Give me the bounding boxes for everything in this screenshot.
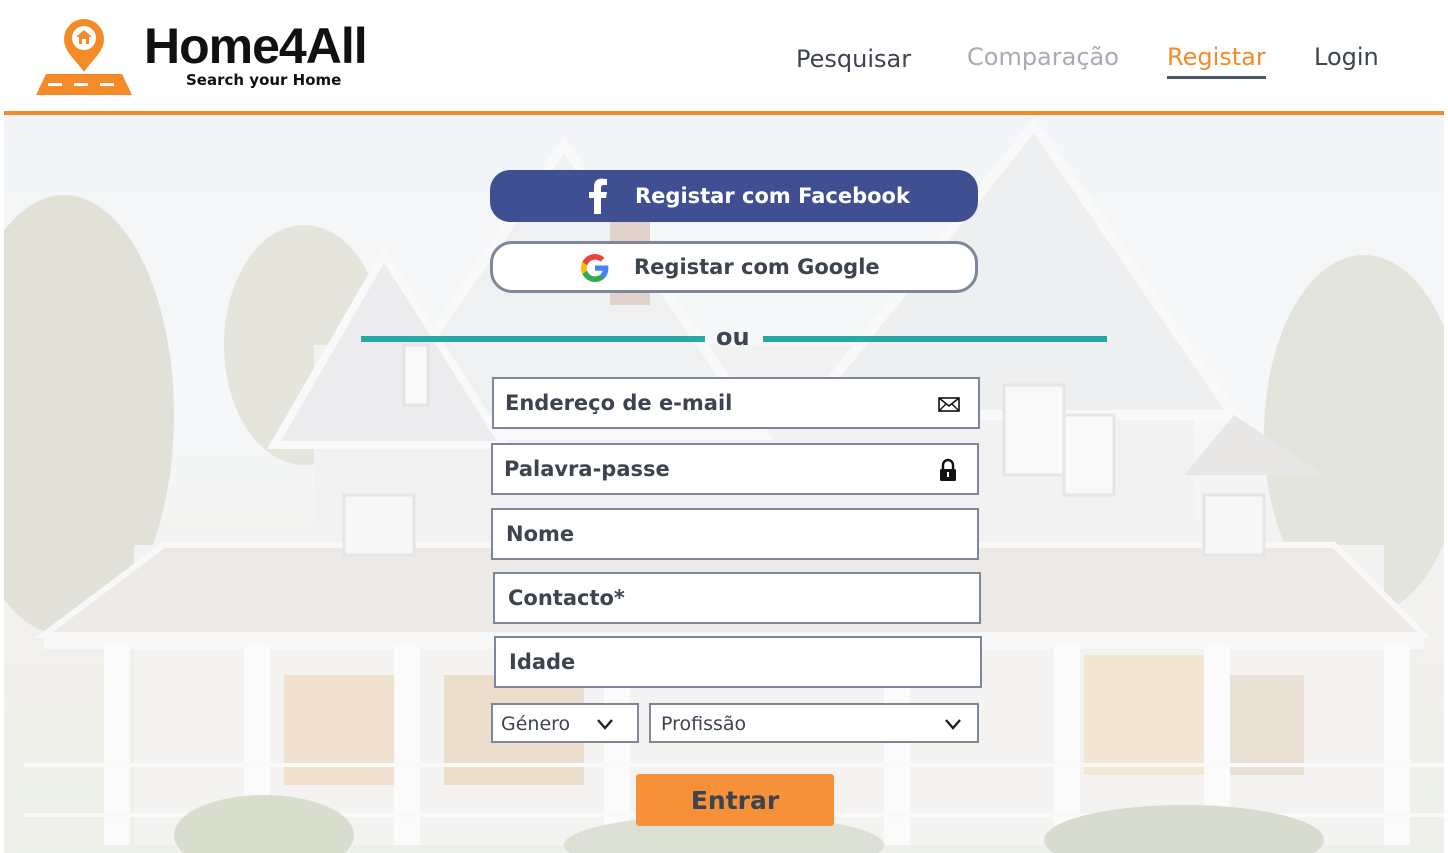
register-facebook-button[interactable]: Registar com Facebook [490, 170, 978, 222]
password-input[interactable] [493, 445, 977, 493]
nav-item-registar[interactable]: Registar [1167, 40, 1266, 79]
contact-input[interactable] [495, 574, 979, 622]
age-input[interactable] [496, 638, 980, 686]
divider-line-right [763, 336, 1107, 342]
lock-icon [940, 458, 956, 481]
gender-select[interactable]: Género [491, 703, 639, 743]
envelope-icon [938, 397, 960, 412]
nav-item-pesquisar[interactable]: Pesquisar [796, 42, 911, 76]
register-google-label: Registar com Google [634, 255, 880, 279]
register-google-button[interactable]: Registar com Google [490, 241, 978, 293]
nav-item-login[interactable]: Login [1314, 40, 1379, 74]
password-field[interactable] [491, 443, 979, 495]
profession-select[interactable]: Profissão [649, 703, 979, 743]
nav-item-comparacao[interactable]: Comparação [967, 40, 1119, 74]
email-input[interactable] [494, 379, 978, 427]
chevron-down-icon [597, 719, 613, 730]
name-input[interactable] [493, 510, 977, 558]
email-field[interactable] [492, 377, 980, 429]
divider-line-left [361, 336, 705, 342]
main-nav: Pesquisar Comparação Registar Login [0, 40, 1448, 80]
chevron-down-icon [945, 719, 961, 730]
site-header: Home4All Search your Home Pesquisar Comp… [0, 0, 1448, 112]
register-facebook-label: Registar com Facebook [635, 184, 910, 208]
submit-button[interactable]: Entrar [636, 774, 834, 826]
facebook-icon [589, 178, 607, 214]
or-separator: ou [716, 323, 750, 351]
gender-select-label: Género [501, 713, 571, 735]
name-field[interactable] [491, 508, 979, 560]
age-field[interactable] [494, 636, 982, 688]
profession-select-label: Profissão [661, 713, 747, 735]
contact-field[interactable] [493, 572, 981, 624]
google-icon [581, 254, 609, 282]
